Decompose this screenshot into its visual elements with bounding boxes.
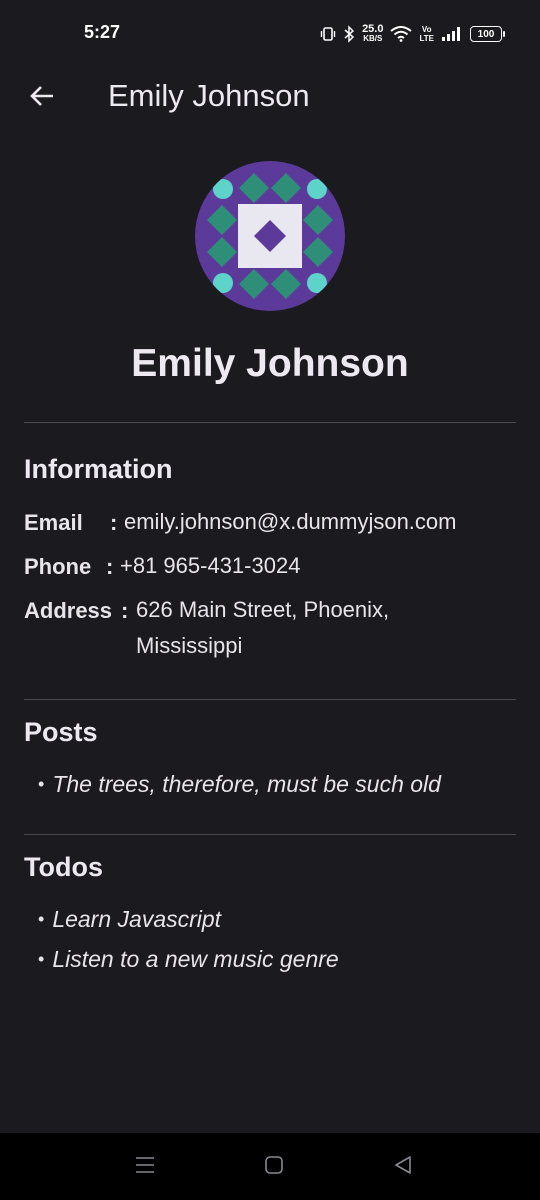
home-button[interactable]: [260, 1153, 288, 1181]
address-colon: :: [121, 598, 129, 623]
signal-icon: [441, 26, 463, 42]
divider: [24, 834, 516, 835]
speed-value: 25.0: [362, 23, 384, 35]
home-icon: [264, 1155, 284, 1180]
divider: [24, 422, 516, 423]
information-title: Information: [24, 454, 173, 484]
posts-title: Posts: [24, 717, 98, 747]
email-label: Email: [24, 510, 83, 535]
speed-unit: KB/S: [363, 34, 383, 43]
system-back-button[interactable]: [389, 1153, 417, 1181]
address-line-1: 626 Main Street, Phoenix,: [136, 597, 390, 622]
email-value: emily.johnson@x.dummyjson.com: [124, 509, 457, 534]
profile-name: Emily Johnson: [131, 342, 409, 385]
volte-indicator: Vo LTE: [419, 25, 434, 43]
post-text: The trees, therefore, must be such old: [52, 771, 441, 797]
email-colon: :: [110, 510, 118, 535]
recents-button[interactable]: [131, 1153, 159, 1181]
post-item[interactable]: • The trees, therefore, must be such old: [38, 771, 441, 798]
phone-label: Phone: [24, 554, 92, 579]
app-bar: Emily Johnson: [0, 68, 540, 124]
todo-item[interactable]: • Listen to a new music genre: [38, 946, 339, 973]
vibrate-icon: [320, 26, 336, 42]
status-bar: 5:27 25.0 KB/S Vo LTE 100: [0, 0, 540, 68]
volte-bottom: LTE: [419, 34, 434, 43]
volte-top: Vo: [421, 25, 432, 34]
back-triangle-icon: [393, 1155, 413, 1180]
back-button[interactable]: [18, 74, 66, 122]
address-label: Address: [24, 598, 113, 623]
arrow-left-icon: [28, 82, 56, 115]
todo-text: Listen to a new music genre: [52, 946, 339, 972]
status-icons: 25.0 KB/S Vo LTE 100: [320, 22, 505, 46]
phone-value: +81 965-431-3024: [120, 553, 301, 578]
system-nav-bar: [0, 1133, 540, 1200]
todo-text: Learn Javascript: [52, 906, 222, 932]
bluetooth-icon: [343, 25, 355, 43]
page-title: Emily Johnson: [108, 78, 310, 113]
battery-icon: 100: [470, 26, 505, 42]
bullet: •: [38, 909, 45, 929]
todos-title: Todos: [24, 852, 103, 882]
address-line-2: Mississippi: [136, 633, 243, 658]
divider: [24, 699, 516, 700]
bullet: •: [38, 949, 45, 969]
phone-colon: :: [106, 554, 114, 579]
status-time: 5:27: [84, 22, 121, 42]
bullet: •: [38, 774, 45, 794]
todo-item[interactable]: • Learn Javascript: [38, 906, 221, 933]
wifi-icon: [390, 26, 413, 42]
avatar: [195, 161, 345, 311]
menu-icon: [134, 1155, 156, 1180]
network-speed: 25.0 KB/S: [362, 23, 384, 44]
